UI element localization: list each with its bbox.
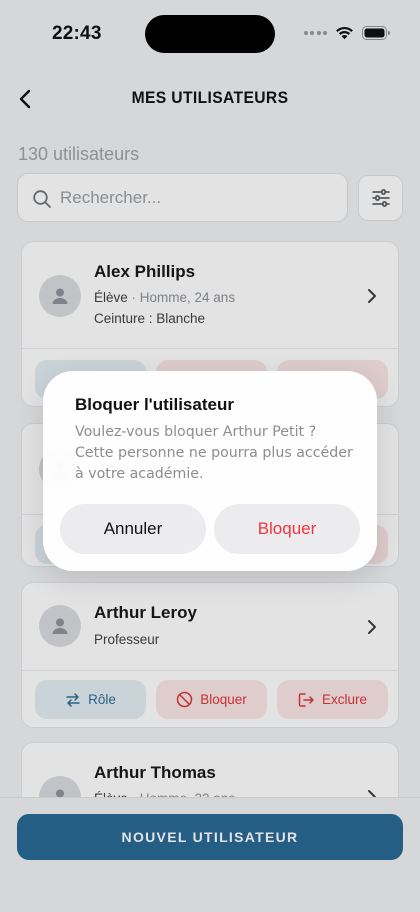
dialog-message: Voulez-vous bloquer Arthur Petit ? Cette… (75, 424, 353, 482)
confirm-block-button[interactable]: Bloquer (214, 504, 360, 554)
block-user-dialog: Bloquer l'utilisateur Voulez-vous bloque… (43, 371, 377, 571)
cancel-button[interactable]: Annuler (60, 504, 206, 554)
dialog-title: Bloquer l'utilisateur (75, 395, 234, 414)
